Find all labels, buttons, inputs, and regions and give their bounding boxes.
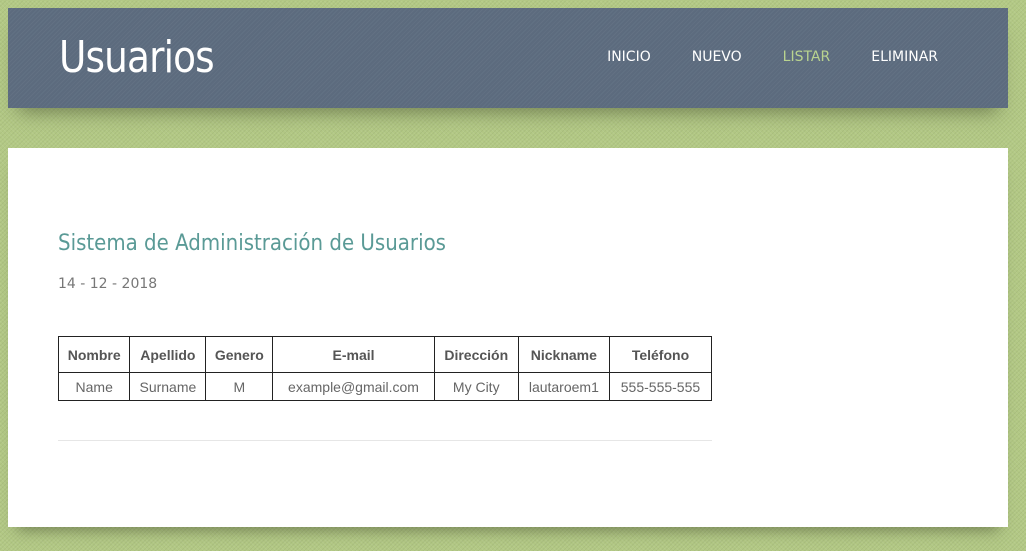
table-header-row: Nombre Apellido Genero E-mail Dirección …: [57, 336, 713, 373]
cell-nickname: lautaroem1: [517, 372, 610, 401]
nav-item-listar[interactable]: LISTAR: [783, 48, 831, 66]
cell-email: example@gmail.com: [272, 372, 435, 401]
cell-direccion: My City: [433, 372, 519, 401]
main-nav: INICIO NUEVO LISTAR ELIMINAR: [566, 48, 938, 66]
users-table: Nombre Apellido Genero E-mail Dirección …: [57, 336, 713, 401]
site-title: Usuarios: [59, 32, 215, 83]
nav-item-nuevo[interactable]: NUEVO: [692, 48, 742, 66]
column-header-email: E-mail: [272, 336, 435, 373]
page-title: Sistema de Administración de Usuarios: [58, 231, 446, 256]
cell-genero: M: [205, 372, 274, 401]
column-header-nickname: Nickname: [517, 336, 610, 373]
column-header-telefono: Teléfono: [608, 336, 713, 373]
site-header: Usuarios INICIO NUEVO LISTAR ELIMINAR: [8, 8, 1008, 108]
column-header-nombre: Nombre: [57, 336, 131, 373]
cell-apellido: Surname: [129, 372, 207, 401]
column-header-direccion: Dirección: [433, 336, 519, 373]
cell-nombre: Name: [57, 372, 131, 401]
nav-item-inicio[interactable]: INICIO: [607, 48, 651, 66]
divider: [58, 440, 712, 441]
cell-telefono: 555-555-555: [608, 372, 713, 401]
column-header-apellido: Apellido: [129, 336, 207, 373]
table-row: Name Surname M example@gmail.com My City…: [57, 372, 713, 401]
main-content: Sistema de Administración de Usuarios 14…: [8, 148, 1008, 527]
nav-item-eliminar[interactable]: ELIMINAR: [871, 48, 938, 66]
page-date: 14 - 12 - 2018: [58, 276, 158, 292]
column-header-genero: Genero: [205, 336, 274, 373]
